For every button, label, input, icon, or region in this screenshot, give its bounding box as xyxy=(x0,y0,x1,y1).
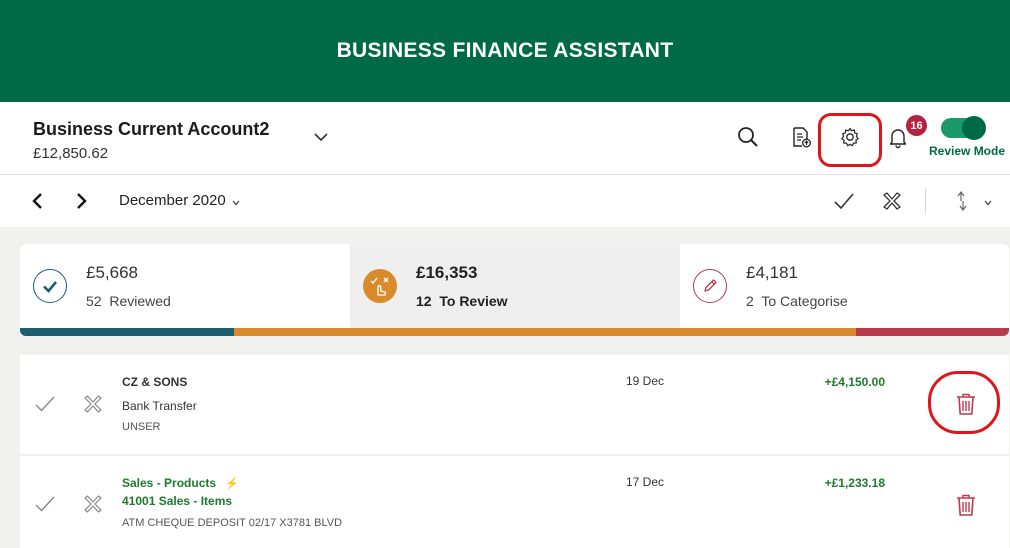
exclude-all-x-icon[interactable] xyxy=(880,189,904,213)
to-review-summary-card[interactable]: £16,353 12 To Review xyxy=(350,244,680,328)
reviewed-amount: £5,668 xyxy=(86,263,138,282)
account-dropdown-chevron-icon[interactable] xyxy=(312,130,330,144)
to-review-label: 12 To Review xyxy=(416,293,508,309)
to-categorise-amount: £4,181 xyxy=(746,263,798,282)
to-review-tap-icon xyxy=(363,269,397,303)
approve-all-check-icon[interactable] xyxy=(832,189,856,213)
trash-icon[interactable] xyxy=(955,493,977,517)
transaction-payee: CZ & SONS xyxy=(122,375,188,389)
transaction-category[interactable]: 41001 Sales - Items xyxy=(122,494,232,508)
review-mode-label: Review Mode xyxy=(929,144,1006,158)
period-caret-icon[interactable] xyxy=(231,195,241,206)
next-month-chevron-right-icon[interactable] xyxy=(71,191,91,211)
transaction-amount: +£4,150.00 xyxy=(824,375,885,389)
period-bar: December 2020 xyxy=(0,175,1010,227)
transaction-payee: Sales - Products ⚡ xyxy=(122,476,240,490)
period-selector[interactable]: December 2020 xyxy=(119,192,226,209)
sort-arrows-icon[interactable] xyxy=(952,189,972,213)
transaction-amount: +£1,233.18 xyxy=(824,476,885,490)
transaction-description: UNSER xyxy=(122,421,161,433)
account-name[interactable]: Business Current Account2 xyxy=(33,119,269,140)
approve-check-icon[interactable] xyxy=(34,493,56,515)
notification-count-badge: 16 xyxy=(906,115,927,136)
transaction-category[interactable]: Bank Transfer xyxy=(122,399,197,413)
account-bar: Business Current Account2 £12,850.62 16 … xyxy=(0,102,1010,175)
auto-rule-lightning-icon: ⚡ xyxy=(225,478,240,490)
trash-highlight-ring xyxy=(928,371,1000,434)
to-categorise-summary-card[interactable]: £4,181 2 To Categorise xyxy=(680,244,1009,328)
progress-to-review-segment xyxy=(234,328,856,336)
export-document-icon[interactable] xyxy=(788,124,814,150)
transaction-date: 17 Dec xyxy=(626,475,665,489)
app-header: BUSINESS FINANCE ASSISTANT xyxy=(0,0,1010,102)
approve-check-icon[interactable] xyxy=(34,393,56,415)
to-categorise-label: 2 To Categorise xyxy=(746,293,848,309)
reviewed-summary-card[interactable]: £5,668 52 Reviewed xyxy=(20,244,350,328)
transaction-row[interactable]: CZ & SONS Bank Transfer UNSER 19 Dec +£4… xyxy=(20,355,1009,454)
app-title: BUSINESS FINANCE ASSISTANT xyxy=(336,39,674,62)
transaction-description: ATM CHEQUE DEPOSIT 02/17 X3781 BLVD xyxy=(122,517,343,529)
transaction-row[interactable]: Sales - Products ⚡ 41001 Sales - Items A… xyxy=(20,456,1009,548)
search-icon[interactable] xyxy=(735,124,761,150)
to-categorise-pencil-icon xyxy=(693,269,727,303)
progress-reviewed-segment xyxy=(20,328,234,336)
review-summary: £5,668 52 Reviewed £16,353 12 To Review … xyxy=(20,244,1009,336)
account-balance: £12,850.62 xyxy=(33,145,109,162)
to-review-amount: £16,353 xyxy=(416,263,478,282)
toolbar-divider xyxy=(925,188,926,214)
transaction-date: 19 Dec xyxy=(626,374,665,388)
review-mode-toggle[interactable] xyxy=(941,116,986,140)
reviewed-check-icon xyxy=(33,269,67,303)
previous-month-chevron-left-icon[interactable] xyxy=(28,191,48,211)
exclude-x-icon[interactable] xyxy=(82,393,104,415)
sort-caret-icon[interactable] xyxy=(983,195,993,206)
exclude-x-icon[interactable] xyxy=(82,493,104,515)
toggle-knob xyxy=(962,116,986,140)
reviewed-label: 52 Reviewed xyxy=(86,293,171,309)
gear-highlight-ring xyxy=(818,113,882,167)
progress-to-categorise-segment xyxy=(856,328,1009,336)
